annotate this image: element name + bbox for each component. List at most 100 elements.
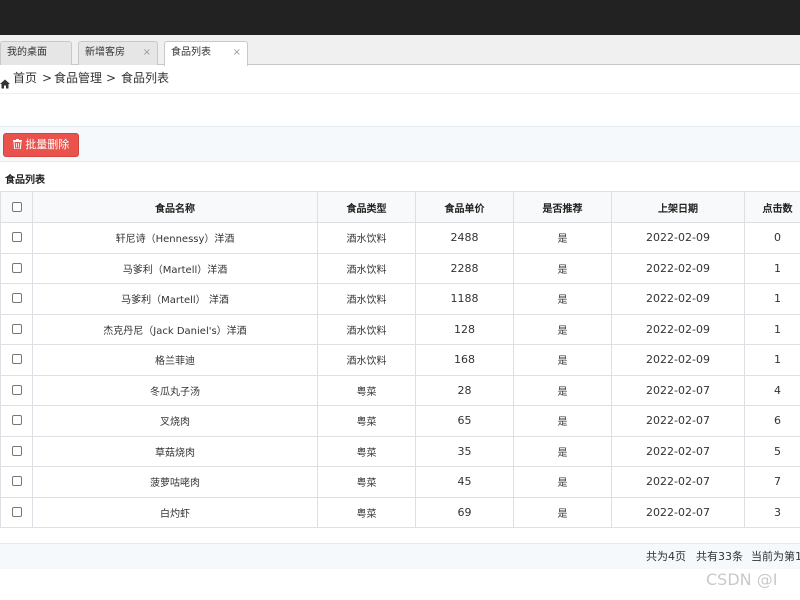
- cell-name: 格兰菲迪: [32, 344, 318, 376]
- cell-clicks: 5: [744, 435, 800, 467]
- close-icon[interactable]: ×: [143, 42, 151, 64]
- tab-label: 我的桌面: [7, 47, 47, 58]
- row-checkbox[interactable]: [11, 293, 22, 304]
- breadcrumb-home[interactable]: 首页: [13, 66, 37, 90]
- top-header-bar: [0, 0, 800, 35]
- cell-date: 2022-02-09: [611, 252, 745, 284]
- select-all-cell: [0, 191, 33, 223]
- row-checkbox[interactable]: [11, 476, 22, 487]
- table-row[interactable]: 冬瓜丸子汤 粤菜 28 是 2022-02-07 4: [0, 374, 800, 406]
- breadcrumb: 首页 > 食品管理 > 食品列表: [0, 66, 800, 94]
- row-checkbox[interactable]: [11, 415, 22, 426]
- breadcrumb-separator: >: [42, 71, 53, 85]
- cell-recommended: 是: [513, 252, 612, 284]
- cell-name: 菠萝咕咾肉: [32, 466, 318, 498]
- tab-my-desktop[interactable]: 我的桌面: [0, 41, 72, 65]
- cell-type: 酒水饮料: [317, 252, 416, 284]
- cell-recommended: 是: [513, 313, 612, 345]
- list-title: 食品列表: [5, 175, 45, 186]
- row-checkbox[interactable]: [11, 506, 22, 517]
- cell-clicks: 0: [744, 222, 800, 254]
- cell-name: 马爹利（Martell）洋酒: [32, 252, 318, 284]
- row-checkbox[interactable]: [11, 262, 22, 273]
- total-records-text: 共有33条: [696, 550, 743, 563]
- cell-name: 轩尼诗（Hennessy）洋酒: [32, 222, 318, 254]
- cell-name: 草菇烧肉: [32, 435, 318, 467]
- table-row[interactable]: 白灼虾 粤菜 69 是 2022-02-07 3: [0, 496, 800, 528]
- breadcrumb-food-list: 食品列表: [121, 71, 170, 85]
- cell-name: 叉烧肉: [32, 405, 318, 437]
- cell-date: 2022-02-09: [611, 313, 745, 345]
- cell-recommended: 是: [513, 222, 612, 254]
- cell-date: 2022-02-09: [611, 283, 745, 315]
- toolbar: 批量删除: [0, 126, 800, 162]
- cell-recommended: 是: [513, 283, 612, 315]
- cell-type: 粤菜: [317, 405, 416, 437]
- cell-type: 粤菜: [317, 466, 416, 498]
- cell-date: 2022-02-07: [611, 466, 745, 498]
- cell-price: 45: [415, 466, 514, 498]
- cell-clicks: 7: [744, 466, 800, 498]
- cell-clicks: 1: [744, 313, 800, 345]
- tab-add-room[interactable]: 新增客房 ×: [78, 41, 158, 65]
- cell-price: 2288: [415, 252, 514, 284]
- column-header-recommended[interactable]: 是否推荐: [513, 191, 612, 223]
- row-checkbox[interactable]: [11, 323, 22, 334]
- cell-clicks: 1: [744, 283, 800, 315]
- table-row[interactable]: 叉烧肉 粤菜 65 是 2022-02-07 6: [0, 405, 800, 437]
- tab-label: 新增客房: [85, 47, 125, 58]
- total-pages-text: 共为4页: [646, 550, 686, 563]
- cell-recommended: 是: [513, 435, 612, 467]
- column-header-date[interactable]: 上架日期: [611, 191, 745, 223]
- table-row[interactable]: 马爹利（Martell） 洋酒 酒水饮料 1188 是 2022-02-09 1: [0, 283, 800, 315]
- cell-price: 65: [415, 405, 514, 437]
- cell-recommended: 是: [513, 466, 612, 498]
- home-icon[interactable]: [0, 73, 10, 89]
- table-row[interactable]: 菠萝咕咾肉 粤菜 45 是 2022-02-07 7: [0, 466, 800, 498]
- close-icon[interactable]: ×: [233, 42, 241, 64]
- select-all-checkbox[interactable]: [11, 201, 22, 212]
- column-header-price[interactable]: 食品单价: [415, 191, 514, 223]
- pagination-bar: 共为4页 共有33条 当前为第1: [0, 543, 800, 569]
- table-row[interactable]: 杰克丹尼（Jack Daniel's）洋酒 酒水饮料 128 是 2022-02…: [0, 313, 800, 345]
- food-table: 食品名称 食品类型 食品单价 是否推荐 上架日期 点击数 轩尼诗（Henness…: [0, 191, 800, 528]
- row-checkbox[interactable]: [11, 445, 22, 456]
- batch-delete-button[interactable]: 批量删除: [3, 133, 79, 157]
- tab-food-list[interactable]: 食品列表 ×: [164, 41, 248, 66]
- cell-date: 2022-02-09: [611, 344, 745, 376]
- cell-clicks: 4: [744, 374, 800, 406]
- table-header-row: 食品名称 食品类型 食品单价 是否推荐 上架日期 点击数: [0, 191, 800, 223]
- cell-type: 酒水饮料: [317, 222, 416, 254]
- cell-date: 2022-02-07: [611, 374, 745, 406]
- table-row[interactable]: 格兰菲迪 酒水饮料 168 是 2022-02-09 1: [0, 344, 800, 376]
- cell-type: 酒水饮料: [317, 283, 416, 315]
- watermark: CSDN @I: [706, 570, 778, 589]
- row-checkbox[interactable]: [11, 354, 22, 365]
- cell-type: 酒水饮料: [317, 313, 416, 345]
- column-header-clicks[interactable]: 点击数: [744, 191, 800, 223]
- cell-type: 粤菜: [317, 496, 416, 528]
- tab-label: 食品列表: [171, 47, 211, 58]
- cell-price: 69: [415, 496, 514, 528]
- column-header-name[interactable]: 食品名称: [32, 191, 318, 223]
- current-page-text: 当前为第1: [751, 550, 800, 563]
- breadcrumb-food-management[interactable]: 食品管理: [54, 66, 102, 90]
- batch-delete-label: 批量删除: [25, 138, 70, 151]
- table-row[interactable]: 马爹利（Martell）洋酒 酒水饮料 2288 是 2022-02-09 1: [0, 252, 800, 284]
- table-row[interactable]: 草菇烧肉 粤菜 35 是 2022-02-07 5: [0, 435, 800, 467]
- cell-recommended: 是: [513, 496, 612, 528]
- column-header-type[interactable]: 食品类型: [317, 191, 416, 223]
- cell-recommended: 是: [513, 405, 612, 437]
- cell-clicks: 1: [744, 344, 800, 376]
- table-row[interactable]: 轩尼诗（Hennessy）洋酒 酒水饮料 2488 是 2022-02-09 0: [0, 222, 800, 254]
- cell-date: 2022-02-09: [611, 222, 745, 254]
- cell-name: 冬瓜丸子汤: [32, 374, 318, 406]
- cell-price: 35: [415, 435, 514, 467]
- cell-clicks: 1: [744, 252, 800, 284]
- cell-name: 马爹利（Martell） 洋酒: [32, 283, 318, 315]
- row-checkbox[interactable]: [11, 384, 22, 395]
- cell-price: 2488: [415, 222, 514, 254]
- cell-date: 2022-02-07: [611, 405, 745, 437]
- cell-name: 白灼虾: [32, 496, 318, 528]
- row-checkbox[interactable]: [11, 232, 22, 243]
